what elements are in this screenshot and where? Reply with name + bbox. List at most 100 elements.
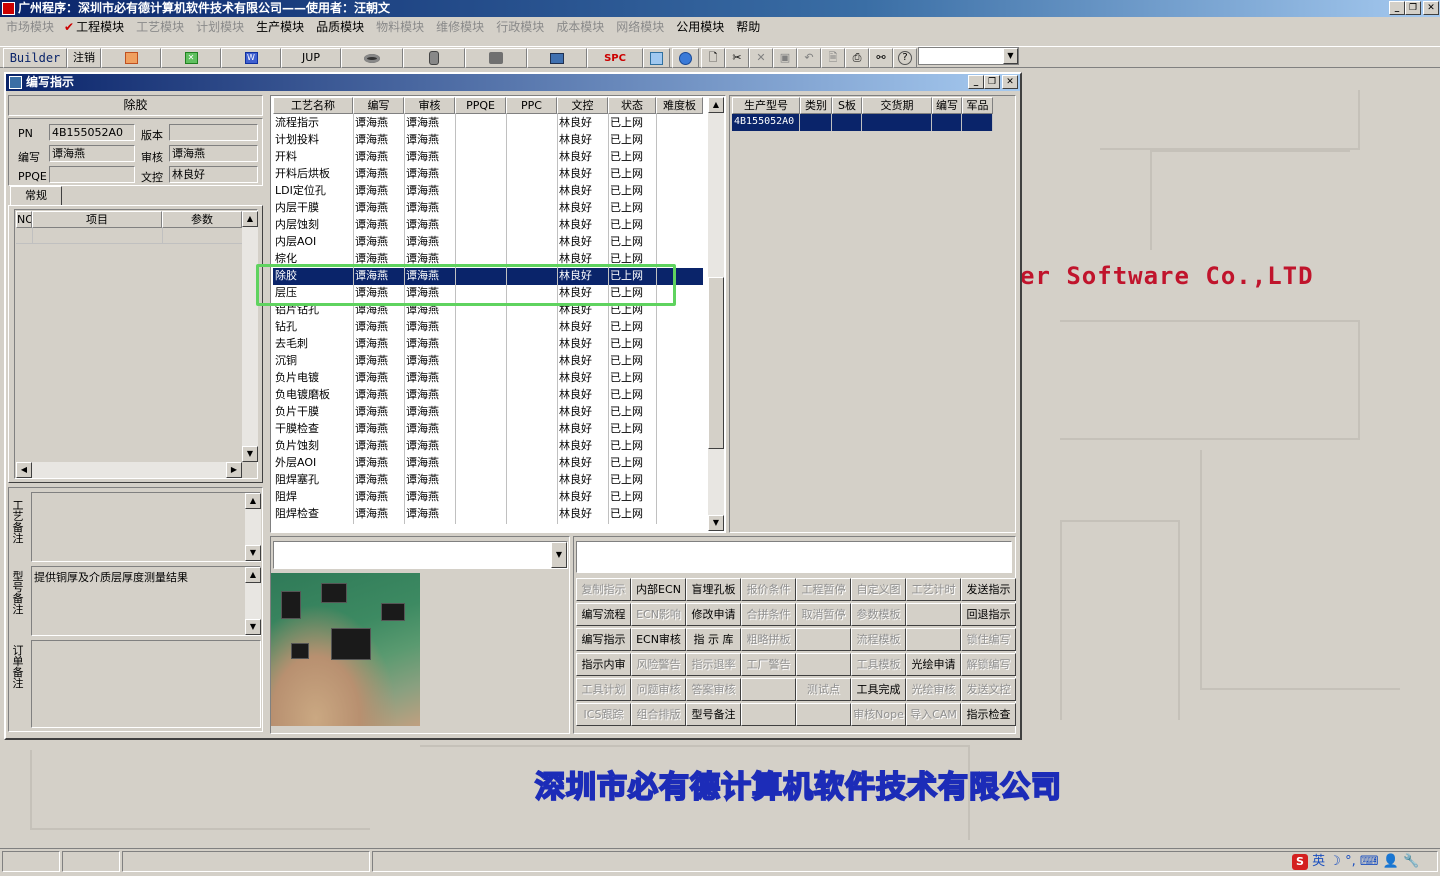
model-header-2[interactable]: S板 xyxy=(832,97,862,114)
action-button[interactable]: 型号备注 xyxy=(686,703,741,726)
table-row[interactable]: 流程指示 谭海燕 谭海燕 林良好 已上网 xyxy=(273,115,703,132)
table-row[interactable]: 负电镀磨板 谭海燕 谭海燕 林良好 已上网 xyxy=(273,387,703,404)
action-button[interactable]: 修改申请 xyxy=(686,603,741,626)
action-button[interactable]: ECN影响 xyxy=(631,603,686,626)
keyboard-icon[interactable]: ⌨ xyxy=(1360,854,1379,869)
process-header-2[interactable]: 审核 xyxy=(404,97,455,114)
order-remark-field[interactable] xyxy=(31,640,261,728)
action-button[interactable]: ECN审核 xyxy=(631,628,686,651)
ie-button[interactable] xyxy=(672,48,699,68)
action-button[interactable]: 合拼条件 xyxy=(741,603,796,626)
tools-icon[interactable]: 🔧 xyxy=(1403,854,1419,869)
action-button[interactable]: 工厂警告 xyxy=(741,653,796,676)
params-vscrollbar[interactable]: ▲ ▼ xyxy=(242,211,258,462)
scroll-down-icon[interactable]: ▼ xyxy=(245,619,261,635)
action-button[interactable]: 锁住编写 xyxy=(961,628,1016,651)
action-button[interactable] xyxy=(796,653,851,676)
delete-button[interactable]: ✕ xyxy=(749,48,773,68)
params-header-param[interactable]: 参数 xyxy=(162,211,242,228)
scroll-up-icon[interactable]: ▲ xyxy=(708,97,724,113)
window-minimize-button[interactable]: _ xyxy=(968,75,984,89)
table-row[interactable]: 负片电镀 谭海燕 谭海燕 林良好 已上网 xyxy=(273,370,703,387)
save-button[interactable]: ▣ xyxy=(773,48,797,68)
action-button[interactable]: 测试点 xyxy=(796,678,851,701)
undo-button[interactable]: ↶ xyxy=(797,48,821,68)
menu-item-4[interactable]: 生产模块 xyxy=(250,17,310,37)
menu-item-8[interactable]: 行政模块 xyxy=(490,17,550,37)
menu-item-0[interactable]: 市场模块 xyxy=(0,17,60,37)
action-button[interactable]: 答案审核 xyxy=(686,678,741,701)
ime-language-toggle[interactable]: 英 xyxy=(1312,854,1325,869)
action-button[interactable]: 复制指示 xyxy=(576,578,631,601)
app-minimize-button[interactable]: _ xyxy=(1389,1,1405,15)
action-button[interactable] xyxy=(796,703,851,726)
jup-button[interactable]: JUP xyxy=(281,48,341,68)
action-button[interactable] xyxy=(906,603,961,626)
table-row[interactable]: 外层AOI 谭海燕 谭海燕 林良好 已上网 xyxy=(273,455,703,472)
model-header-5[interactable]: 军品 xyxy=(962,97,993,114)
process-remark-field[interactable]: ▲ ▼ xyxy=(31,492,261,562)
table-row[interactable]: 阻焊检查 谭海燕 谭海燕 林良好 已上网 xyxy=(273,506,703,523)
action-button[interactable]: 指示检查 xyxy=(961,703,1016,726)
ime-logo-icon[interactable]: S xyxy=(1292,853,1308,870)
table-row[interactable]: 内层干膜 谭海燕 谭海燕 林良好 已上网 xyxy=(273,200,703,217)
preview-button[interactable]: 🗎 xyxy=(821,48,845,68)
action-button[interactable]: 指示退率 xyxy=(686,653,741,676)
logout-button[interactable]: 注销 xyxy=(67,48,101,68)
process-header-3[interactable]: PPQE xyxy=(455,97,506,114)
menu-item-12[interactable]: 帮助 xyxy=(730,17,766,37)
action-button[interactable]: 光绘申请 xyxy=(906,653,961,676)
ppt-button[interactable] xyxy=(101,48,161,68)
find-button[interactable]: ⚯ xyxy=(869,48,893,68)
table-row[interactable]: LDI定位孔 谭海燕 谭海燕 林良好 已上网 xyxy=(273,183,703,200)
table-row[interactable]: 开料后烘板 谭海燕 谭海燕 林良好 已上网 xyxy=(273,166,703,183)
action-button[interactable]: 参数模板 xyxy=(851,603,906,626)
action-button[interactable]: 编写指示 xyxy=(576,628,631,651)
process-header-7[interactable]: 难度板 xyxy=(656,97,703,114)
scroll-down-icon[interactable]: ▼ xyxy=(245,545,261,561)
eye-button[interactable] xyxy=(341,48,403,68)
process-header-0[interactable]: 工艺名称 xyxy=(273,97,353,114)
table-row[interactable]: 阻焊塞孔 谭海燕 谭海燕 林良好 已上网 xyxy=(273,472,703,489)
print-button[interactable]: ⎙ xyxy=(845,48,869,68)
table-row[interactable]: 阻焊 谭海燕 谭海燕 林良好 已上网 xyxy=(273,489,703,506)
process-remark-scrollbar[interactable]: ▲ ▼ xyxy=(245,493,261,561)
action-button[interactable]: 工具计划 xyxy=(576,678,631,701)
scroll-up-icon[interactable]: ▲ xyxy=(245,493,261,509)
scroll-up-icon[interactable]: ▲ xyxy=(245,567,261,583)
model-header-3[interactable]: 交货期 xyxy=(862,97,932,114)
action-button[interactable]: 审核Nope xyxy=(851,703,906,726)
menu-item-3[interactable]: 计划模块 xyxy=(190,17,250,37)
builder-button[interactable]: Builder xyxy=(3,48,67,68)
docctrl-field[interactable]: 林良好 xyxy=(169,166,258,183)
help-button[interactable]: ? xyxy=(893,48,917,68)
new-doc-button[interactable]: 🗋 xyxy=(701,48,725,68)
action-button[interactable]: 取消暂停 xyxy=(796,603,851,626)
menu-item-6[interactable]: 物料模块 xyxy=(370,17,430,37)
action-button[interactable]: 问题审核 xyxy=(631,678,686,701)
model-remark-field[interactable]: 提供铜厚及介质层厚度测量结果 ▲ ▼ xyxy=(31,566,261,636)
menu-item-5[interactable]: 品质模块 xyxy=(310,17,370,37)
menu-item-7[interactable]: 维修模块 xyxy=(430,17,490,37)
action-button[interactable]: 回退指示 xyxy=(961,603,1016,626)
action-button[interactable]: 自定义图 xyxy=(851,578,906,601)
model-remark-scrollbar[interactable]: ▲ ▼ xyxy=(245,567,261,635)
model-header-4[interactable]: 编写 xyxy=(932,97,962,114)
menu-item-2[interactable]: 工艺模块 xyxy=(130,17,190,37)
chevron-down-icon[interactable]: ▼ xyxy=(1003,48,1018,64)
menu-item-11[interactable]: 公用模块 xyxy=(670,17,730,37)
action-button[interactable]: 导入CAM xyxy=(906,703,961,726)
action-button[interactable]: 盲埋孔板 xyxy=(686,578,741,601)
action-button[interactable]: 流程模板 xyxy=(851,628,906,651)
scroll-down-icon[interactable]: ▼ xyxy=(242,446,258,462)
app-close-button[interactable]: ✕ xyxy=(1423,1,1439,15)
action-button[interactable]: 指 示 库 xyxy=(686,628,741,651)
action-button[interactable]: 工程暂停 xyxy=(796,578,851,601)
punctuation-icon[interactable]: °, xyxy=(1345,854,1356,869)
params-header-no[interactable]: NO xyxy=(16,211,32,228)
model-row[interactable]: 4B155052A0 xyxy=(732,114,993,131)
computer-button[interactable] xyxy=(527,48,587,68)
process-header-1[interactable]: 编写 xyxy=(353,97,404,114)
scroll-down-icon[interactable]: ▼ xyxy=(708,515,724,531)
tools-button[interactable] xyxy=(465,48,527,68)
